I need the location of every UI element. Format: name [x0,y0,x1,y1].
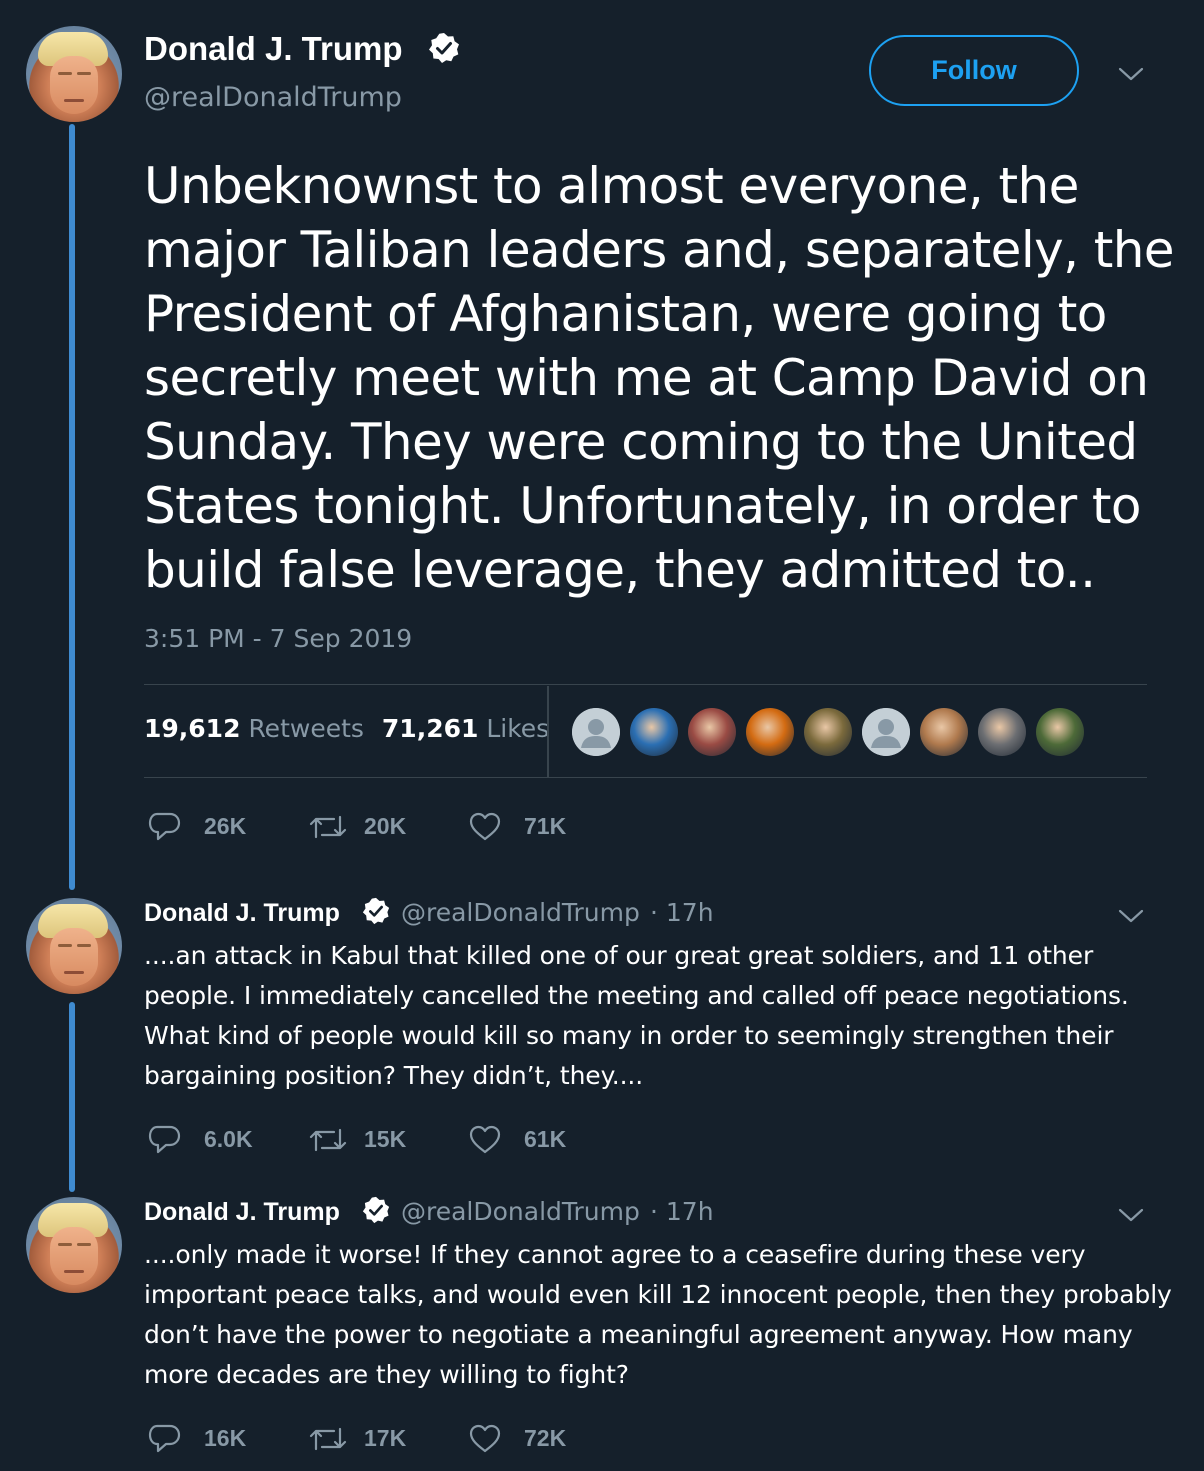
reply-count: 16K [204,1425,247,1451]
retweet-icon [309,1427,347,1451]
retweet-button[interactable]: 17K [308,1423,418,1455]
author-handle[interactable]: @realDonaldTrump [401,1197,640,1226]
heart-icon [469,812,501,841]
like-button[interactable]: 71K [468,811,578,843]
tweet-thread: Donald J. Trump @realDonaldTrump Follow … [0,0,1204,1471]
reply-button[interactable]: 6.0K [148,1124,258,1156]
stats-separator [547,686,549,778]
divider [144,684,1147,685]
tweet-time[interactable]: · 17h [650,898,714,927]
thread-connector-line [69,124,75,890]
author-name[interactable]: Donald J. Trump [144,1198,340,1227]
chevron-down-icon[interactable] [1117,64,1145,84]
verified-badge-icon [429,33,459,63]
verified-badge-icon [362,1196,390,1224]
reply-count: 6.0K [204,1126,253,1152]
likes-stat[interactable]: 71,261 Likes [382,714,549,743]
avatar[interactable] [26,1197,122,1293]
like-count: 71K [524,813,567,839]
heart-icon [469,1125,501,1154]
like-button[interactable]: 61K [468,1124,578,1156]
retweet-button[interactable]: 20K [308,811,418,843]
author-name[interactable]: Donald J. Trump [144,30,403,68]
tweet-actions: 16K 17K 72K [148,1423,648,1457]
author-handle[interactable]: @realDonaldTrump [401,898,640,927]
like-count: 61K [524,1126,567,1152]
tweet-timestamp[interactable]: 3:51 PM - 7 Sep 2019 [144,624,412,653]
liker-avatar[interactable] [804,708,852,756]
reply-button[interactable]: 26K [148,811,258,843]
chevron-down-icon[interactable] [1117,1205,1145,1225]
retweet-icon [309,815,347,839]
avatar[interactable] [26,898,122,994]
avatar[interactable] [26,26,122,122]
default-avatar-icon[interactable] [572,708,620,756]
liker-avatar[interactable] [746,708,794,756]
verified-badge-icon [362,897,390,925]
reply-icon [148,1125,181,1154]
liker-avatar[interactable] [630,708,678,756]
author-handle[interactable]: @realDonaldTrump [144,82,402,113]
thread-connector-line [69,1002,75,1192]
tweet-actions: 26K 20K 71K [148,811,648,845]
liker-avatar[interactable] [920,708,968,756]
author-name[interactable]: Donald J. Trump [144,899,340,928]
liker-avatar[interactable] [688,708,736,756]
reply-icon [148,812,181,841]
tweet-text: ....only made it worse! If they cannot a… [144,1240,1172,1389]
liker-avatars[interactable] [572,708,1092,756]
retweet-button[interactable]: 15K [308,1124,418,1156]
heart-icon [469,1424,501,1453]
reply-icon [148,1424,181,1453]
chevron-down-icon[interactable] [1117,906,1145,926]
divider [144,777,1147,778]
like-count: 72K [524,1425,567,1451]
retweet-count: 17K [364,1425,407,1451]
liker-avatar[interactable] [978,708,1026,756]
like-button[interactable]: 72K [468,1423,578,1455]
retweets-stat[interactable]: 19,612 Retweets [144,714,364,743]
tweet-time[interactable]: · 17h [650,1197,714,1226]
reply-button[interactable]: 16K [148,1423,258,1455]
default-avatar-icon[interactable] [862,708,910,756]
tweet-actions: 6.0K 15K 61K [148,1124,648,1158]
tweet-text: ....an attack in Kabul that killed one o… [144,941,1129,1090]
follow-button[interactable]: Follow [869,35,1079,106]
retweet-icon [309,1128,347,1152]
retweet-count: 15K [364,1126,407,1152]
reply-count: 26K [204,813,247,839]
liker-avatar[interactable] [1036,708,1084,756]
retweet-count: 20K [364,813,407,839]
engagement-stats: 19,612 Retweets 71,261 Likes [144,714,549,754]
tweet-text: Unbeknownst to almost everyone, the majo… [144,157,1175,599]
